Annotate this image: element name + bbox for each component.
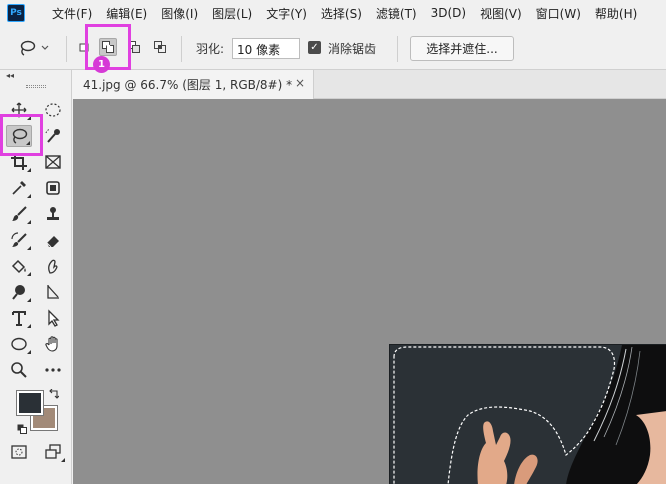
eraser-icon — [46, 236, 59, 248]
menu-view[interactable]: 视图(V) — [473, 5, 529, 22]
quick-mask-icon — [11, 445, 27, 459]
menu-bar: Ps 文件(F) 编辑(E) 图像(I) 图层(L) 文字(Y) 选择(S) 滤… — [0, 0, 666, 26]
eyedropper-tool[interactable] — [6, 177, 32, 199]
image-content — [393, 345, 666, 484]
tool-flyout-indicator — [27, 298, 31, 302]
screen-mode-button[interactable] — [40, 441, 66, 463]
smudge-icon — [48, 259, 58, 274]
more-icon — [45, 368, 61, 372]
tool-flyout-indicator — [27, 246, 31, 250]
checkmark-icon: ✓ — [310, 41, 319, 53]
screen-mode-icon — [45, 444, 61, 459]
feather-input[interactable]: 10 像素 — [232, 38, 300, 59]
menu-select[interactable]: 选择(S) — [314, 5, 369, 22]
paint-bucket-icon — [11, 259, 26, 274]
eraser-tool[interactable] — [40, 229, 66, 251]
options-divider — [397, 36, 398, 62]
menu-layer[interactable]: 图层(L) — [205, 5, 259, 22]
canvas-area[interactable] — [73, 99, 666, 484]
tool-flyout-indicator — [27, 194, 31, 198]
path-selection-icon — [47, 285, 59, 299]
direct-selection-icon — [48, 309, 60, 327]
collapse-panel-icon[interactable]: ◂◂ — [6, 71, 14, 80]
pen-path-tool[interactable] — [40, 281, 66, 303]
foreground-color-swatch[interactable] — [16, 390, 44, 416]
hand-tool[interactable] — [40, 333, 66, 355]
stamp-tool[interactable] — [40, 203, 66, 225]
brush-icon — [12, 206, 27, 221]
tool-preset-picker[interactable] — [18, 39, 54, 57]
tool-flyout-indicator — [27, 168, 31, 172]
tool-flyout-indicator — [27, 220, 31, 224]
lasso-icon — [20, 40, 36, 56]
antialias-label: 消除锯齿 — [328, 42, 377, 56]
tool-flyout-indicator — [27, 272, 31, 276]
patch-icon — [46, 181, 60, 195]
zoom-tool[interactable] — [6, 359, 32, 381]
menu-file[interactable]: 文件(F) — [45, 5, 99, 22]
menu-filter[interactable]: 滤镜(T) — [369, 5, 424, 22]
photoshop-logo: Ps — [7, 4, 25, 22]
quick-selection-icon — [45, 128, 60, 143]
history-brush-tool[interactable] — [6, 229, 32, 251]
stamp-icon — [47, 207, 59, 220]
dodge-icon — [12, 285, 25, 300]
tool-flyout-indicator — [61, 458, 65, 462]
hand-icon — [45, 336, 58, 352]
intersect-with-selection-icon — [154, 41, 166, 53]
eyedropper-icon — [12, 181, 26, 195]
frame-tool[interactable] — [40, 151, 66, 173]
quick-mask-button[interactable] — [6, 441, 32, 463]
marquee-tool[interactable] — [40, 99, 66, 121]
tool-flyout-indicator — [27, 324, 31, 328]
step-badge: 1 — [93, 56, 110, 73]
patch-tool[interactable] — [40, 177, 66, 199]
panel-grip[interactable] — [26, 85, 46, 88]
quick-selection-tool[interactable] — [40, 125, 66, 147]
zoom-icon — [11, 362, 27, 378]
paint-bucket-tool[interactable] — [6, 255, 32, 277]
type-icon — [12, 311, 26, 326]
intersect-with-selection-button[interactable] — [151, 38, 169, 56]
options-divider — [181, 36, 182, 62]
ellipse-icon — [11, 337, 27, 351]
menu-3d[interactable]: 3D(D) — [424, 6, 473, 20]
antialias-checkbox[interactable]: ✓ — [308, 41, 321, 54]
document-tab-bar: 41.jpg @ 66.7% (图层 1, RGB/8#) * × — [72, 70, 666, 99]
menu-edit[interactable]: 编辑(E) — [99, 5, 154, 22]
chevron-down-icon — [41, 45, 49, 50]
menu-image[interactable]: 图像(I) — [154, 5, 205, 22]
marquee-icon — [45, 103, 61, 117]
tool-flyout-indicator — [27, 350, 31, 354]
brush-tool[interactable] — [6, 203, 32, 225]
frame-icon — [45, 155, 61, 169]
dodge-tool[interactable] — [6, 281, 32, 303]
document-tab[interactable]: 41.jpg @ 66.7% (图层 1, RGB/8#) * × — [72, 70, 314, 99]
feather-label: 羽化: — [196, 42, 225, 56]
document-image[interactable] — [389, 344, 666, 484]
ellipse-tool[interactable] — [6, 333, 32, 355]
menu-window[interactable]: 窗口(W) — [529, 5, 588, 22]
default-colors-icon[interactable] — [17, 423, 27, 437]
direct-selection-tool[interactable] — [40, 307, 66, 329]
type-tool[interactable] — [6, 307, 32, 329]
swap-colors-icon[interactable] — [48, 388, 60, 403]
select-and-mask-button[interactable]: 选择并遮住... — [410, 36, 514, 61]
document-tab-title: 41.jpg @ 66.7% (图层 1, RGB/8#) * — [83, 78, 293, 92]
menu-type[interactable]: 文字(Y) — [259, 5, 314, 22]
highlight-lasso-tool — [0, 114, 43, 156]
smudge-tool[interactable] — [40, 255, 66, 277]
menu-help[interactable]: 帮助(H) — [588, 5, 644, 22]
more-tools[interactable] — [40, 359, 66, 381]
history-brush-icon — [11, 232, 27, 247]
options-divider — [66, 36, 67, 62]
close-icon[interactable]: × — [295, 76, 305, 90]
